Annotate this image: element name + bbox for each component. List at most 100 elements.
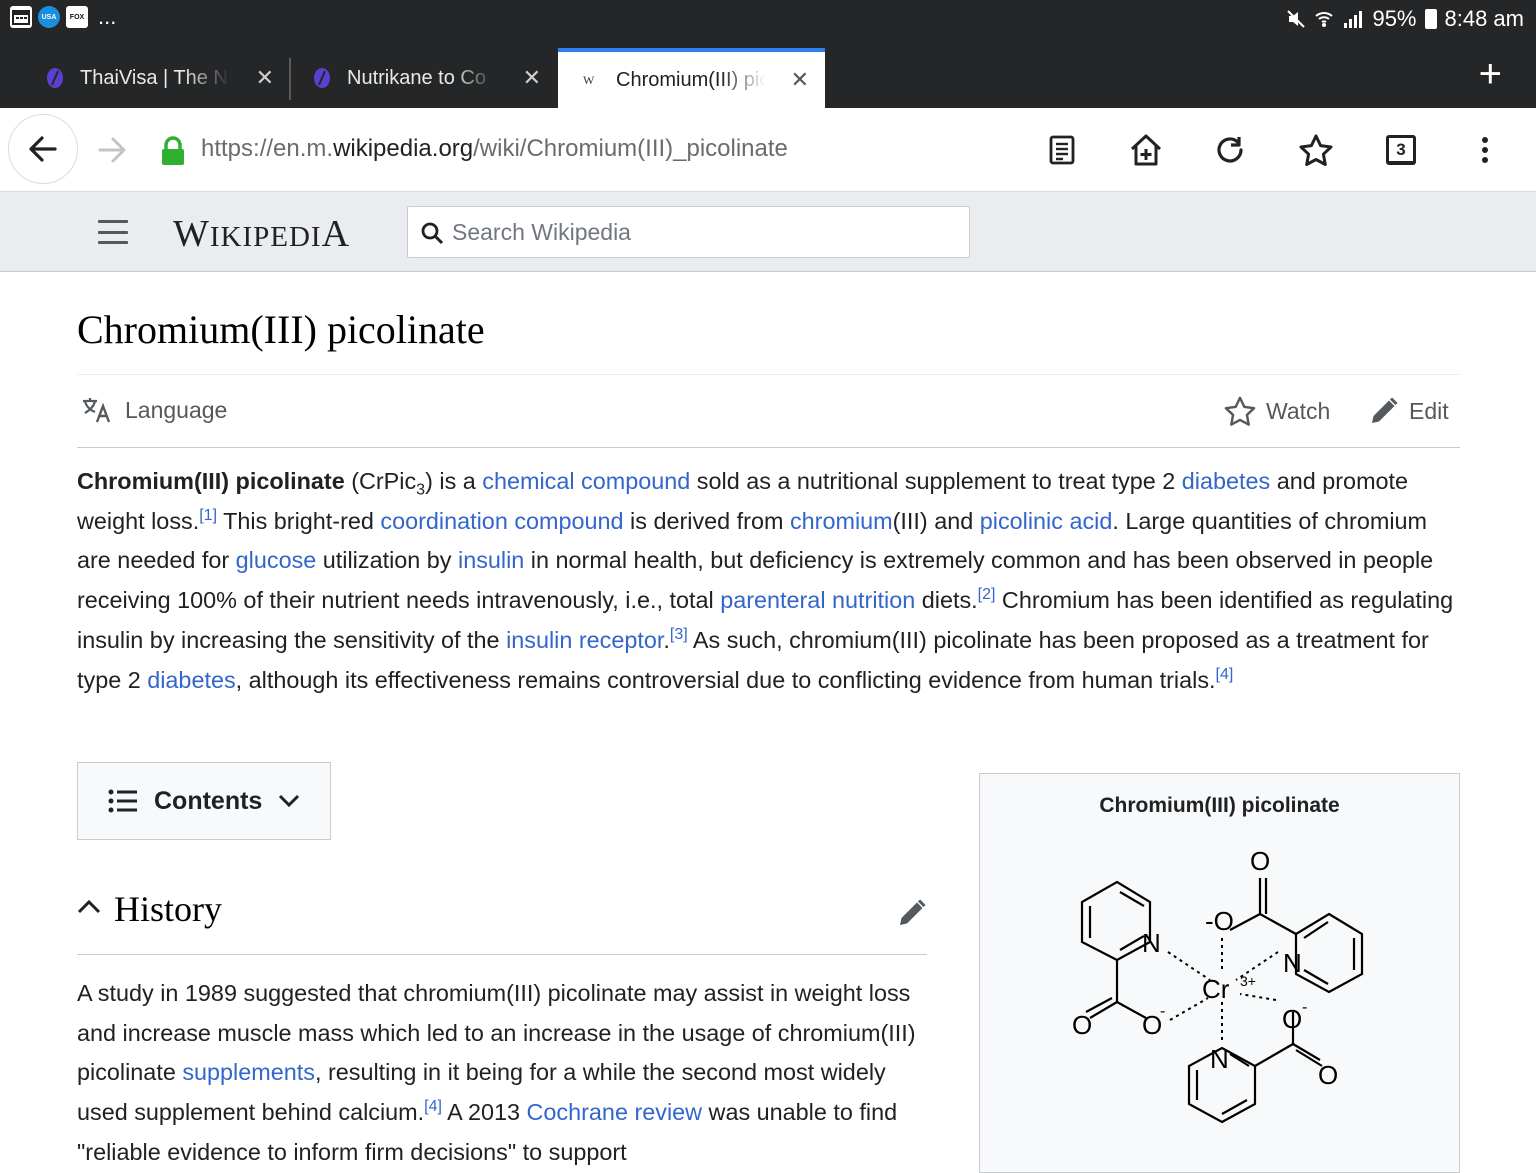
atom-charge: 3+ [1240,973,1256,989]
signal-icon [1344,11,1363,28]
forward-button[interactable] [92,130,132,170]
lead-paragraph: Chromium(III) picolinate (CrPic3) is a c… [77,462,1460,700]
lead-text: is derived from [623,507,790,534]
reference-2[interactable]: [2] [978,586,996,603]
formula-subscript: 3 [416,481,426,499]
pencil-icon[interactable] [897,898,927,928]
new-tab-button[interactable]: + [1479,52,1502,97]
history-heading: History [114,889,222,929]
battery-percent: 95% [1372,6,1417,31]
atom-label: N [1210,1044,1229,1074]
wikipedia-w-icon: W [580,69,602,91]
link-diabetes[interactable]: diabetes [1182,468,1270,494]
edit-label: Edit [1409,397,1449,424]
search-icon [421,222,444,245]
reader-mode-button[interactable] [1040,128,1084,172]
status-bar: USA FOX ... 95% 8:48 am [0,0,1536,40]
tab-title: ThaiVisa | The N [80,66,228,89]
bookmark-button[interactable] [1294,128,1338,172]
back-button[interactable] [8,114,78,184]
fox-news-icon: FOX [66,6,88,28]
atom-label: -O [1205,906,1234,936]
link-parenteral-nutrition[interactable]: parenteral nutrition [720,587,915,613]
link-picolinic-acid[interactable]: picolinic acid [980,508,1113,534]
contents-label: Contents [154,786,263,815]
link-chromium[interactable]: chromium [790,508,893,534]
home-plus-icon [1130,134,1162,166]
atom-label: N [1283,948,1302,978]
language-button[interactable]: Language [81,396,227,424]
chemical-structure-diagram[interactable]: O -O N N Cr 3+ O O - O - N O [1050,822,1390,1162]
link-insulin-receptor[interactable]: insulin receptor [506,627,663,653]
battery-icon [1424,9,1437,29]
lead-text: ) is a [425,468,483,494]
wifi-icon [1315,12,1334,27]
tab-count: 3 [1386,135,1416,165]
menu-button[interactable] [1463,128,1507,172]
link-cochrane-review[interactable]: Cochrane review [527,1099,703,1125]
add-to-home-button[interactable] [1124,128,1168,172]
lead-text: sold as a nutritional supplement to trea… [690,468,1182,494]
close-icon[interactable]: ✕ [256,65,274,91]
url-bar: https://en.m.wikipedia.org/wiki/Chromium… [0,108,1536,192]
lead-text: (CrPic [344,468,417,494]
watch-button[interactable]: Watch [1224,396,1330,426]
lock-icon[interactable] [160,136,186,166]
svg-text:W: W [583,73,595,87]
page-actions: Language Watch Edit [77,378,1460,448]
atom-label: N [1142,928,1161,958]
tab-thaivisa[interactable]: ThaiVisa | The N ✕ [0,48,290,108]
infobox-title: Chromium(III) picolinate [1099,794,1340,817]
url-text[interactable]: https://en.m.wikipedia.org/wiki/Chromium… [201,135,788,163]
lead-bold-name: Chromium(III) picolinate [77,468,345,494]
star-outline-icon [1224,396,1256,426]
mute-icon [1287,10,1306,28]
link-supplements[interactable]: supplements [182,1059,315,1085]
tab-switcher-button[interactable]: 3 [1379,128,1423,172]
edit-button[interactable]: Edit [1369,396,1449,426]
history-text: A 2013 [441,1099,527,1126]
link-insulin[interactable]: insulin [458,547,524,573]
more-notifications: ... [98,4,117,29]
reference-3[interactable]: [3] [670,626,688,643]
link-chemical-compound[interactable]: chemical compound [482,468,690,494]
search-input[interactable] [452,217,952,247]
atom-charge: - [1160,1003,1165,1020]
tab-nutrikane[interactable]: Nutrikane to Co ✕ [291,48,557,108]
link-glucose[interactable]: glucose [236,547,317,573]
wikipedia-header: WIKIPEDIA [0,192,1536,272]
url-path: /wiki/Chromium(III)_picolinate [473,135,788,162]
close-icon[interactable]: ✕ [791,67,809,93]
lead-text: (III) and [892,507,980,534]
tab-title: Chromium(III) pic [616,68,766,91]
link-diabetes[interactable]: diabetes [147,667,235,693]
url-domain: wikipedia.org [333,135,474,162]
atom-label: O [1072,1010,1092,1040]
reload-button[interactable] [1208,128,1252,172]
reader-icon [1049,135,1075,165]
reference-1[interactable]: [1] [199,507,217,524]
history-section-header[interactable]: History [77,880,927,955]
atom-label: O [1282,1004,1302,1034]
hamburger-menu-icon[interactable] [98,220,128,244]
contents-toggle[interactable]: Contents [77,762,331,840]
wikipedia-logo[interactable]: WIKIPEDIA [173,212,350,256]
tab-chromium-active[interactable]: W Chromium(III) pic ✕ [558,48,825,108]
vpn-shield-icon [44,67,66,89]
link-coordination-compound[interactable]: coordination compound [380,508,623,534]
arrow-right-icon [98,137,126,163]
usa-today-icon: USA [38,6,60,28]
search-box[interactable] [407,206,970,258]
calendar-icon [10,6,32,28]
atom-label: O [1318,1060,1338,1090]
list-icon [108,789,137,813]
reference-4[interactable]: [4] [424,1098,442,1115]
language-label: Language [125,396,228,423]
lead-text: This bright-red [217,507,381,534]
reference-4[interactable]: [4] [1216,666,1234,683]
title-divider [77,374,1460,375]
close-icon[interactable]: ✕ [523,65,541,91]
history-paragraph: A study in 1989 suggested that chromium(… [77,974,927,1173]
atom-charge: - [1302,999,1307,1016]
lead-text: , although its effectiveness remains con… [235,666,1216,693]
